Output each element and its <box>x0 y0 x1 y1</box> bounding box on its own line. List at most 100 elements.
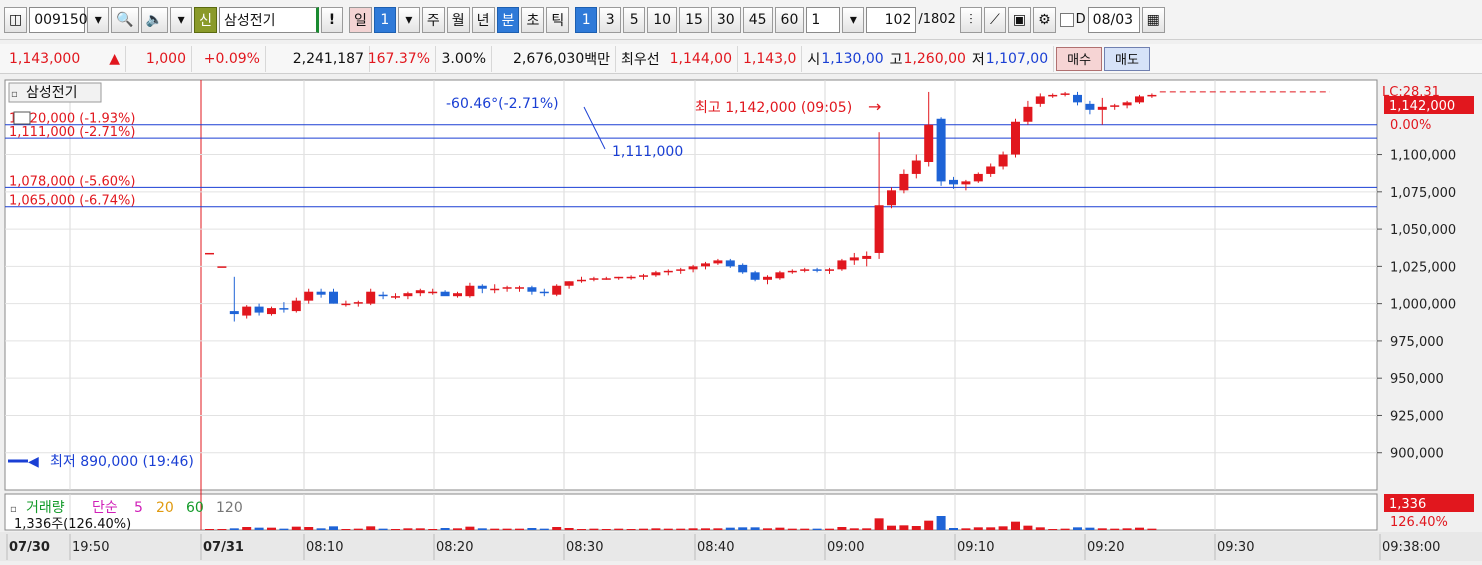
year-button[interactable]: 년 <box>471 6 495 33</box>
candle-body <box>205 252 214 255</box>
save-icon[interactable]: ▣ <box>1007 6 1032 33</box>
day-period-button[interactable]: 일 <box>349 6 372 33</box>
bid-price: 1,143,0 <box>738 45 803 72</box>
volume-bar <box>1085 527 1095 530</box>
volume-bar <box>415 528 425 530</box>
speaker-icon[interactable]: 🔈 <box>140 6 169 33</box>
price-chart[interactable]: 1,120,000 (-1.93%) 1,111,000 (-2.71%) 1,07… <box>0 76 1482 561</box>
volume-bar <box>899 525 909 530</box>
volume-bar <box>1097 528 1107 530</box>
gear-icon[interactable]: ⚙ <box>1033 6 1056 33</box>
code-dropdown-button[interactable]: ▾ <box>87 6 110 33</box>
candle-body <box>825 269 834 271</box>
new-badge-button[interactable]: 신 <box>194 6 217 33</box>
volume-bar <box>738 527 748 530</box>
y-tick-label: 1,000,000 <box>1390 298 1456 313</box>
week-button[interactable]: 주 <box>421 6 445 33</box>
x-tick-label: 09:00 <box>827 540 864 555</box>
search-icon[interactable]: 🔍 <box>111 6 139 33</box>
trend-icon[interactable]: ⟋ <box>983 6 1006 33</box>
y-tick-label: 925,000 <box>1390 409 1444 424</box>
second-button[interactable]: 초 <box>521 6 545 33</box>
candle-body <box>1085 103 1095 110</box>
trade-amount: 2,676,030 백만 <box>492 45 616 72</box>
interval-60-button[interactable]: 60 <box>774 6 805 33</box>
candle-body <box>763 276 772 280</box>
calendar-icon[interactable]: ▦ <box>1141 6 1165 33</box>
volume-bar <box>998 526 1008 530</box>
candle-body <box>217 266 227 268</box>
interval-1-button[interactable]: 1 <box>575 6 598 33</box>
date-input[interactable]: 08/03 <box>1087 6 1140 33</box>
candle-body <box>589 278 599 280</box>
interval-10-button[interactable]: 10 <box>647 6 678 33</box>
collapse-icon[interactable]: ▫ <box>11 89 18 100</box>
candle-body <box>366 291 376 304</box>
candle-body <box>378 294 388 297</box>
candle-body <box>1135 96 1144 103</box>
multiplier-input[interactable]: 1 <box>806 6 841 33</box>
total-count: /1802 <box>918 12 956 27</box>
count-input[interactable]: 102 <box>866 6 917 33</box>
alert-button[interactable]: ! <box>321 6 343 33</box>
table-icon[interactable] <box>13 111 31 125</box>
candle-body <box>1110 105 1120 107</box>
volume-bar <box>651 528 661 530</box>
candle-body <box>663 270 673 273</box>
month-button[interactable]: 월 <box>446 6 470 33</box>
volume-bar <box>539 528 549 530</box>
volume-bar <box>663 528 673 530</box>
volume-bar <box>353 528 363 530</box>
candle-body <box>279 308 289 310</box>
volume-label: 거래량 <box>26 500 65 516</box>
volume-bar <box>849 528 859 530</box>
volume-bar <box>453 528 462 530</box>
volume-bar <box>924 520 934 530</box>
volume-bar <box>775 527 785 530</box>
d-checkbox[interactable] <box>1059 12 1074 27</box>
y-tick-label: 975,000 <box>1390 335 1444 350</box>
window-icon[interactable]: ◫ <box>4 6 28 33</box>
candle-body <box>229 311 239 315</box>
sell-button[interactable]: 매도 <box>1104 46 1150 71</box>
y-tick-label: 1,050,000 <box>1390 223 1456 238</box>
volume-bar <box>787 528 797 530</box>
candle-settings-icon[interactable]: ⫶ <box>959 6 982 33</box>
ask-price: 1,144,00 <box>665 45 738 72</box>
interval-45-button[interactable]: 45 <box>742 6 773 33</box>
day-value-field[interactable]: 1 <box>373 6 396 33</box>
volume-bar <box>1147 528 1157 530</box>
interval-15-button[interactable]: 15 <box>679 6 709 33</box>
stock-code-input[interactable]: 009150 <box>29 6 88 33</box>
interval-5-button[interactable]: 5 <box>623 6 646 33</box>
candle-body <box>713 260 723 264</box>
interval-30-button[interactable]: 30 <box>710 6 741 33</box>
volume-value: 2,241,187 <box>266 45 370 72</box>
volume-bar <box>217 529 227 530</box>
candle-body <box>502 287 512 289</box>
volume-collapse-icon[interactable]: ▫ <box>10 504 17 515</box>
ma3-label: 60 <box>186 500 204 516</box>
candle-body <box>639 275 648 277</box>
current-price: 1,143,000 ▲ <box>4 45 126 72</box>
stock-name-field[interactable]: 삼성전기 <box>219 6 319 33</box>
speaker-dropdown-button[interactable]: ▾ <box>170 6 193 33</box>
x-tick-label: 19:50 <box>72 540 109 555</box>
day-dropdown-button[interactable]: ▾ <box>397 6 420 33</box>
minute-button[interactable]: 분 <box>496 6 520 33</box>
candle-body <box>787 270 797 273</box>
volume-bar <box>465 526 475 530</box>
multiplier-dropdown-button[interactable]: ▾ <box>842 6 865 33</box>
candle-body <box>775 272 785 279</box>
volume-bar <box>1135 527 1144 530</box>
buy-button[interactable]: 매수 <box>1056 46 1103 71</box>
interval-3-button[interactable]: 3 <box>599 6 622 33</box>
volume-bar <box>502 528 512 530</box>
volume-bar <box>477 528 487 530</box>
volume-bar <box>366 526 376 530</box>
volume-bar <box>229 528 239 530</box>
candle-body <box>862 255 872 259</box>
volume-text: 1,336주(126.40%) <box>14 517 131 532</box>
tick-button[interactable]: 틱 <box>546 6 570 33</box>
candle-body <box>936 118 946 182</box>
